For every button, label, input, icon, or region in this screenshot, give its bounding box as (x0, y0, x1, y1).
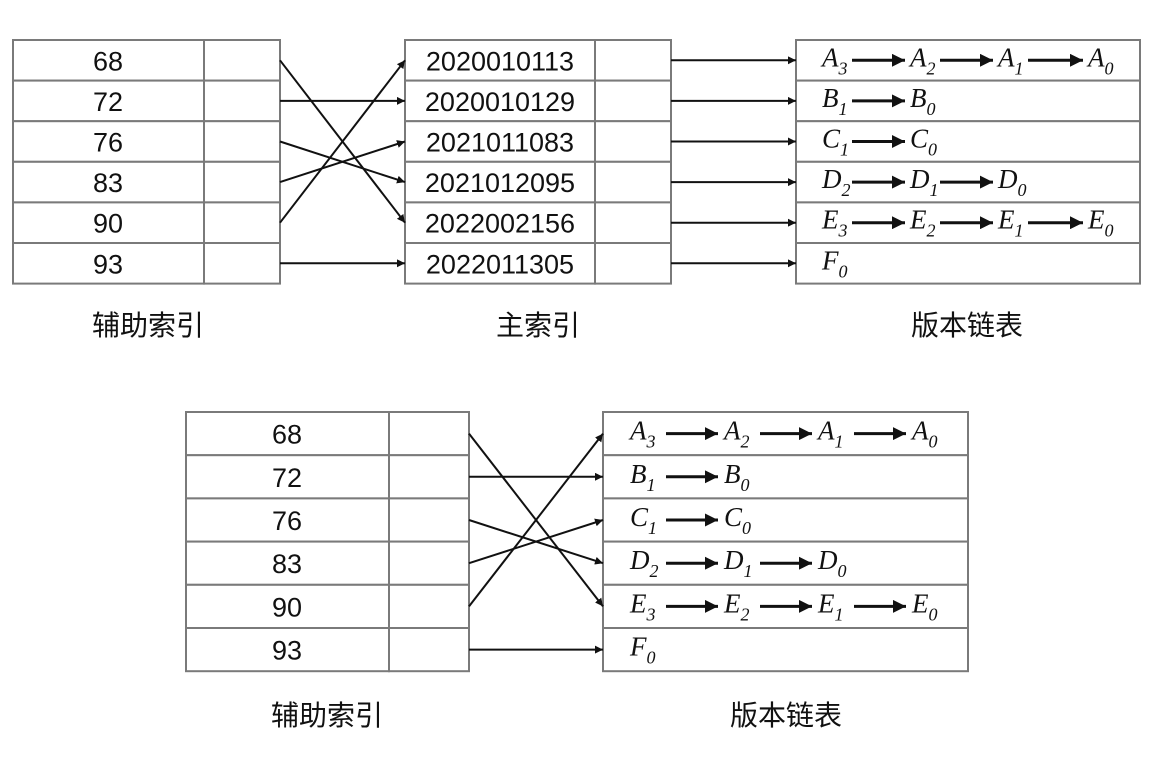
secondary-key-text-2: 90 (272, 592, 302, 622)
version-chain-caption: 版本链表 (911, 309, 1023, 342)
primary-pointer-cell (594, 79, 672, 123)
secondary-key-text: 76 (93, 128, 123, 158)
primary-key-text: 2021011083 (426, 128, 574, 158)
primary-pointer-cell (594, 242, 672, 285)
secondary-key-text: 90 (93, 209, 123, 239)
secondary-pointer-cell-2 (388, 497, 470, 543)
secondary-key-text-2: 83 (272, 549, 302, 579)
secondary-key-text-2: 93 (272, 636, 302, 666)
secondary-pointer-cell-2 (388, 454, 470, 500)
secondary-key-text: 72 (93, 87, 123, 117)
secondary-key-text: 83 (93, 168, 123, 198)
secondary-key-text: 68 (93, 46, 123, 76)
primary-pointer-cell (594, 120, 672, 163)
primary-index-caption: 主索引 (496, 309, 580, 342)
primary-key-text: 2020010113 (426, 46, 574, 76)
secondary-index-caption: 辅助索引 (92, 309, 204, 342)
secondary-pointer-cell (203, 120, 281, 163)
secondary-pointer-cell (203, 39, 281, 82)
primary-pointer-cell (594, 39, 672, 82)
secondary-pointer-cell (203, 242, 281, 285)
secondary-key-text-2: 76 (272, 506, 302, 536)
secondary-pointer-cell-2 (388, 627, 470, 673)
version-chain-row (795, 79, 1141, 123)
secondary-key-text: 93 (93, 249, 123, 279)
version-chain-row-2 (602, 454, 969, 500)
secondary-index-caption-2: 辅助索引 (271, 699, 383, 732)
version-chain-row-2 (602, 627, 969, 673)
primary-key-text: 2022002156 (425, 209, 575, 239)
version-chain-row-2 (602, 497, 969, 543)
index-diagram: 68 72 76 83 90 93 2020010113 2020010129 20210110… (12, 39, 1141, 732)
primary-key-text: 2022011305 (426, 249, 574, 279)
primary-key-text: 2020010129 (425, 87, 575, 117)
secondary-pointer-cell-2 (388, 540, 470, 586)
secondary-pointer-cell (203, 79, 281, 123)
primary-key-text: 2021012095 (425, 168, 575, 198)
secondary-pointer-cell (203, 160, 281, 204)
version-chain-row (795, 242, 1141, 285)
secondary-key-text-2: 68 (272, 420, 302, 450)
secondary-key-text-2: 72 (272, 463, 302, 493)
secondary-pointer-cell-2 (388, 583, 470, 629)
secondary-pointer-cell-2 (388, 411, 470, 457)
primary-pointer-cell (594, 160, 672, 204)
version-chain-caption-2: 版本链表 (730, 699, 842, 732)
secondary-pointer-cell (203, 201, 281, 244)
primary-pointer-cell (594, 201, 672, 244)
